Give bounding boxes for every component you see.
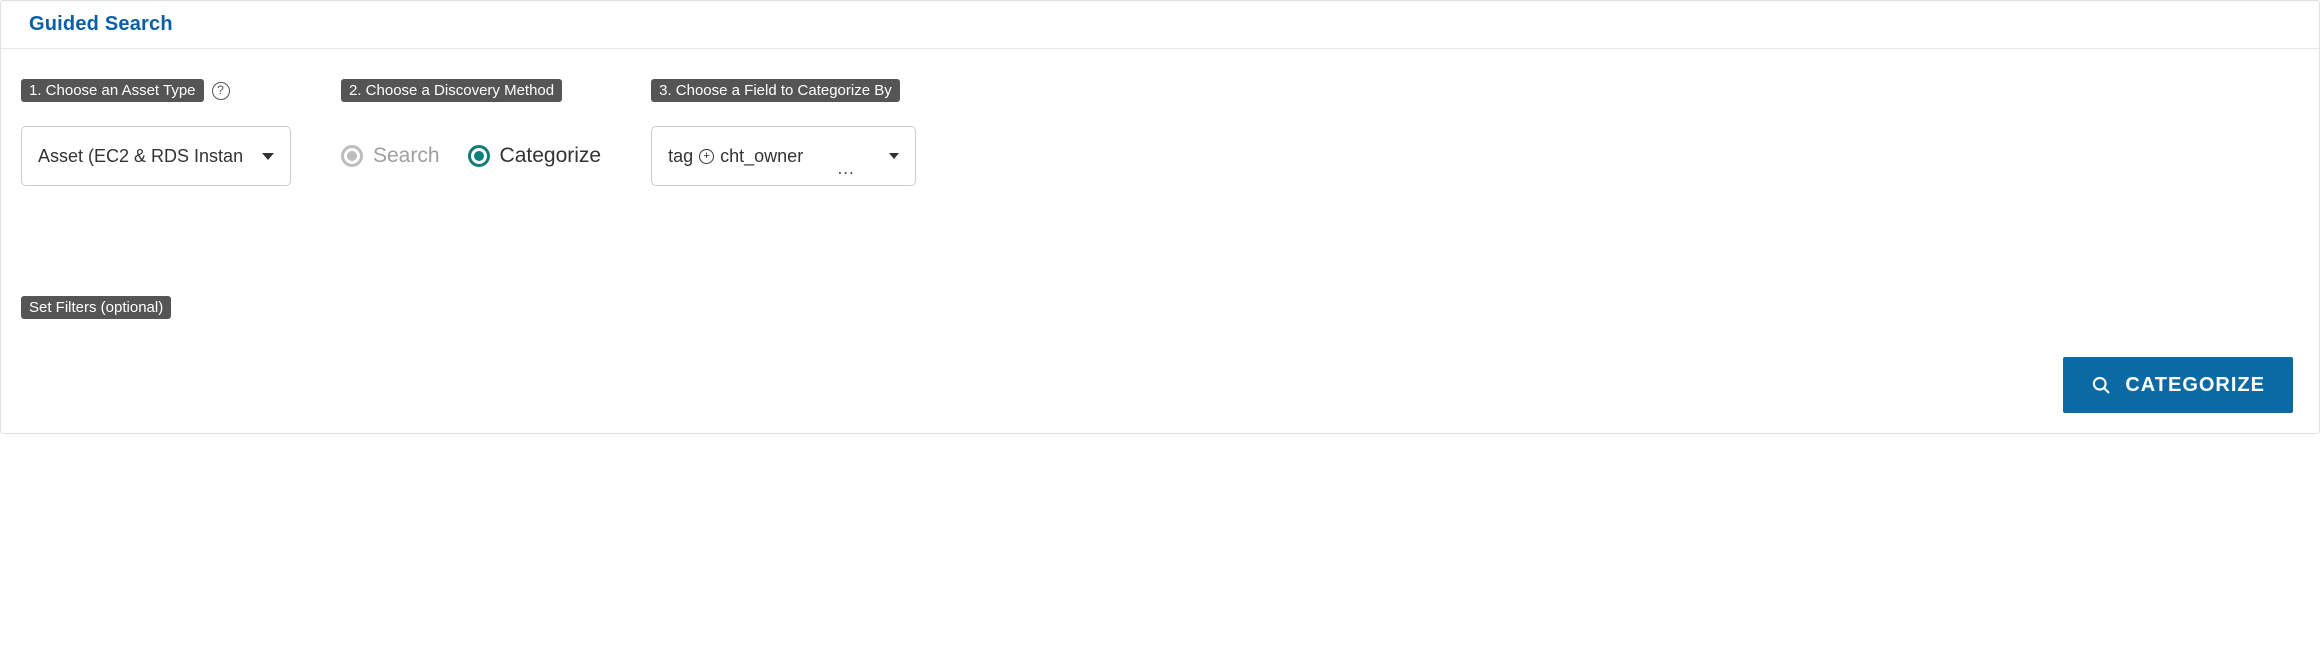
step3-label: 3. Choose a Field to Categorize By [651,79,900,102]
field-value-wrapper: tag + cht_owner [668,146,803,167]
panel-header: Guided Search [1,1,2319,49]
radio-icon-selected [468,145,490,167]
radio-icon-unselected [341,145,363,167]
ellipsis-icon: … [837,158,856,185]
categorize-field-select[interactable]: tag + cht_owner … [651,126,916,186]
step2-label-row: 2. Choose a Discovery Method [341,79,601,102]
step-discovery-method: 2. Choose a Discovery Method Search Cate… [341,79,601,186]
action-row: CATEGORIZE [21,357,2299,413]
step-categorize-field: 3. Choose a Field to Categorize By tag +… [651,79,916,186]
step-asset-type: 1. Choose an Asset Type ? Asset (EC2 & R… [21,79,291,186]
step2-label: 2. Choose a Discovery Method [341,79,562,102]
radio-categorize[interactable]: Categorize [468,144,602,168]
field-prefix: tag [668,146,693,167]
guided-search-panel: Guided Search 1. Choose an Asset Type ? … [0,0,2320,434]
radio-search-label: Search [373,144,440,168]
discovery-radio-group: Search Categorize [341,126,601,186]
help-icon[interactable]: ? [212,82,230,100]
radio-categorize-label: Categorize [500,144,602,168]
filters-label: Set Filters (optional) [21,296,171,319]
asset-type-value: Asset (EC2 & RDS Instan [38,146,243,167]
plus-circle-icon: + [699,149,714,164]
filters-section: Set Filters (optional) [21,296,2299,319]
step1-label: 1. Choose an Asset Type [21,79,204,102]
categorize-button-label: CATEGORIZE [2125,374,2265,397]
step3-label-row: 3. Choose a Field to Categorize By [651,79,916,102]
chevron-down-icon [889,153,899,159]
chevron-down-icon [262,153,274,160]
panel-body: 1. Choose an Asset Type ? Asset (EC2 & R… [1,49,2319,433]
asset-type-select[interactable]: Asset (EC2 & RDS Instan [21,126,291,186]
radio-search[interactable]: Search [341,144,440,168]
steps-row: 1. Choose an Asset Type ? Asset (EC2 & R… [21,79,2299,186]
step1-label-row: 1. Choose an Asset Type ? [21,79,291,102]
categorize-button[interactable]: CATEGORIZE [2063,357,2293,413]
field-name: cht_owner [720,146,803,167]
panel-title: Guided Search [29,13,173,35]
search-icon [2091,375,2111,395]
